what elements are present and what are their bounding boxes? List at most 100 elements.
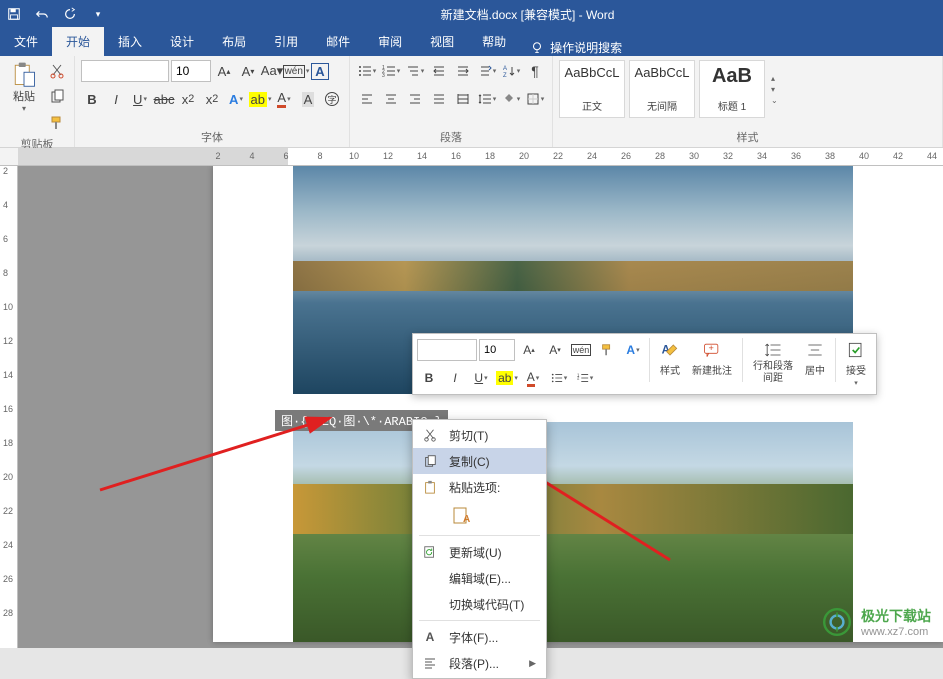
- horizontal-ruler[interactable]: 2468101214161820222426283032343638404244: [0, 148, 943, 166]
- subscript-button[interactable]: x2: [177, 88, 199, 110]
- ctx-font[interactable]: A 字体(F)...: [413, 624, 546, 650]
- styles-label: 样式: [559, 127, 936, 145]
- ctx-edit-field[interactable]: 编辑域(E)...: [413, 565, 546, 591]
- context-menu: 剪切(T) 复制(C) 粘贴选项: A 更新域(U) 编辑域(E)... 切换域…: [412, 419, 547, 679]
- scissors-icon: [421, 428, 439, 442]
- mini-font-color[interactable]: A: [521, 366, 545, 390]
- mini-bullets[interactable]: [547, 366, 571, 390]
- ctx-copy[interactable]: 复制(C): [413, 448, 546, 474]
- cut-button[interactable]: [46, 60, 68, 82]
- decrease-indent-button[interactable]: [428, 60, 450, 82]
- mini-center-label: 居中: [805, 362, 825, 377]
- mini-highlight[interactable]: ab: [495, 366, 519, 390]
- mini-grow-font[interactable]: A▴: [517, 338, 541, 362]
- bold-button[interactable]: B: [81, 88, 103, 110]
- tab-file[interactable]: 文件: [0, 27, 52, 56]
- font-family-combo[interactable]: [81, 60, 169, 82]
- shrink-font-button[interactable]: A▾: [237, 60, 259, 82]
- distribute-button[interactable]: [452, 88, 474, 110]
- mini-styles-button[interactable]: A 样式: [654, 338, 686, 390]
- ribbon-tabs: 文件 开始 插入 设计 布局 引用 邮件 审阅 视图 帮助 操作说明搜索: [0, 28, 943, 56]
- paste-button[interactable]: 粘贴 ▾: [6, 60, 42, 113]
- save-button[interactable]: [0, 2, 28, 26]
- group-font: A▴ A▾ Aa▾ wén A B I U abc x2 x2 A ab A A…: [75, 56, 350, 147]
- sort-button[interactable]: AZ: [500, 60, 522, 82]
- shading-button[interactable]: [500, 88, 522, 110]
- strikethrough-button[interactable]: abc: [153, 88, 175, 110]
- clipboard-icon: [421, 480, 439, 494]
- enclose-char-button[interactable]: 字: [321, 88, 343, 110]
- font-size-combo[interactable]: [171, 60, 211, 82]
- ctx-toggle-field-code[interactable]: 切换域代码(T): [413, 591, 546, 617]
- mini-toolbar: A▴ A▾ wén A B I U ab A 12 A 样式 + 新建批注: [412, 333, 877, 395]
- increase-indent-button[interactable]: [452, 60, 474, 82]
- style-item-1[interactable]: AaBbCcL无间隔: [629, 60, 695, 118]
- phonetic-guide-button[interactable]: wén: [285, 60, 307, 82]
- borders-button[interactable]: [524, 88, 546, 110]
- show-marks-button[interactable]: ¶: [524, 60, 546, 82]
- tell-me-search[interactable]: 操作说明搜索: [520, 39, 632, 56]
- mini-italic[interactable]: I: [443, 366, 467, 390]
- ctx-paste-options-header: 粘贴选项:: [413, 474, 546, 500]
- format-painter-button[interactable]: [46, 112, 68, 134]
- mini-underline[interactable]: U: [469, 366, 493, 390]
- style-item-2[interactable]: AaB标题 1: [699, 60, 765, 118]
- mini-new-comment-button[interactable]: + 新建批注: [686, 338, 738, 390]
- font-color-button[interactable]: A: [273, 88, 295, 110]
- align-left-button[interactable]: [356, 88, 378, 110]
- style-item-0[interactable]: AaBbCcL正文: [559, 60, 625, 118]
- tab-help[interactable]: 帮助: [468, 27, 520, 56]
- copy-icon: [421, 454, 439, 468]
- mini-phonetic[interactable]: wén: [569, 338, 593, 362]
- justify-button[interactable]: [428, 88, 450, 110]
- line-spacing-button[interactable]: [476, 88, 498, 110]
- mini-format-painter[interactable]: [595, 338, 619, 362]
- mini-line-spacing-button[interactable]: 行和段落 间距: [747, 338, 799, 390]
- mini-font-combo[interactable]: [417, 339, 477, 361]
- asian-layout-button[interactable]: [476, 60, 498, 82]
- align-right-button[interactable]: [404, 88, 426, 110]
- mini-center-button[interactable]: 居中: [799, 338, 831, 390]
- svg-text:A: A: [503, 66, 507, 72]
- mini-numbering[interactable]: 12: [573, 366, 597, 390]
- ctx-cut[interactable]: 剪切(T): [413, 422, 546, 448]
- paste-keep-text-only[interactable]: A: [449, 502, 475, 528]
- italic-button[interactable]: I: [105, 88, 127, 110]
- ctx-paragraph[interactable]: 段落(P)... ▶: [413, 650, 546, 676]
- tab-references[interactable]: 引用: [260, 27, 312, 56]
- copy-button[interactable]: [46, 86, 68, 108]
- tab-review[interactable]: 审阅: [364, 27, 416, 56]
- mini-accept-label: 接受: [846, 362, 866, 377]
- redo-button[interactable]: [56, 2, 84, 26]
- ctx-separator: [419, 535, 540, 536]
- mini-accept-button[interactable]: 接受 ▾: [840, 338, 872, 390]
- tab-view[interactable]: 视图: [416, 27, 468, 56]
- tab-insert[interactable]: 插入: [104, 27, 156, 56]
- text-effects-button[interactable]: A: [225, 88, 247, 110]
- quick-access-toolbar: ▾: [0, 0, 112, 28]
- change-case-button[interactable]: Aa▾: [261, 60, 283, 82]
- char-border-button[interactable]: A: [309, 60, 331, 82]
- char-shading-button[interactable]: A: [297, 88, 319, 110]
- tab-layout[interactable]: 布局: [208, 27, 260, 56]
- undo-button[interactable]: [28, 2, 56, 26]
- mini-clear-format[interactable]: A: [621, 338, 645, 362]
- tab-home[interactable]: 开始: [52, 27, 104, 56]
- align-center-button[interactable]: [380, 88, 402, 110]
- vertical-ruler[interactable]: 246810121416182022242628: [0, 166, 18, 648]
- bullets-button[interactable]: [356, 60, 378, 82]
- qat-customize-button[interactable]: ▾: [84, 2, 112, 26]
- tab-design[interactable]: 设计: [156, 27, 208, 56]
- mini-bold[interactable]: B: [417, 366, 441, 390]
- ctx-update-field[interactable]: 更新域(U): [413, 539, 546, 565]
- mini-size-combo[interactable]: [479, 339, 515, 361]
- highlight-button[interactable]: ab: [249, 88, 271, 110]
- mini-shrink-font[interactable]: A▾: [543, 338, 567, 362]
- grow-font-button[interactable]: A▴: [213, 60, 235, 82]
- tab-mailings[interactable]: 邮件: [312, 27, 364, 56]
- paragraph-label: 段落: [356, 127, 546, 145]
- superscript-button[interactable]: x2: [201, 88, 223, 110]
- multilevel-list-button[interactable]: [404, 60, 426, 82]
- numbering-button[interactable]: 123: [380, 60, 402, 82]
- underline-button[interactable]: U: [129, 88, 151, 110]
